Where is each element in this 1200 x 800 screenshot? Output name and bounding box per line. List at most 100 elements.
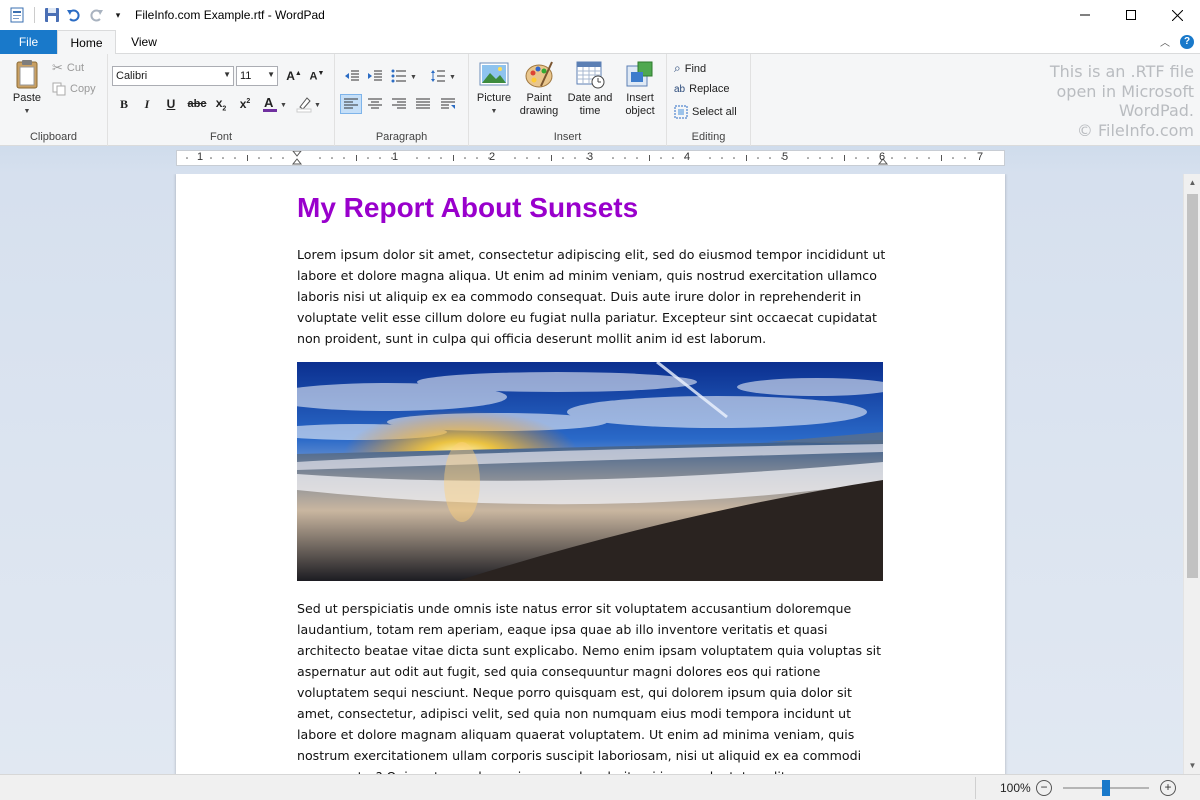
zoom-in-button[interactable]: + bbox=[1160, 780, 1176, 796]
paste-button[interactable]: Paste ▼ bbox=[8, 58, 46, 118]
collapse-ribbon-icon[interactable]: ︿ bbox=[1160, 34, 1170, 49]
replace-button[interactable]: ab Replace bbox=[674, 83, 729, 95]
font-family-select[interactable]: Calibri ▼ bbox=[112, 66, 234, 86]
font-size-dropdown-icon[interactable]: ▼ bbox=[267, 70, 275, 79]
zoom-out-button[interactable]: − bbox=[1036, 780, 1052, 796]
ruler-number: 3 bbox=[587, 151, 594, 163]
font-group-label: Font bbox=[209, 131, 232, 143]
underline-button[interactable]: U bbox=[160, 94, 182, 114]
decrease-indent-button[interactable] bbox=[341, 66, 363, 86]
increase-indent-icon bbox=[368, 70, 382, 81]
font-family-dropdown-icon[interactable]: ▼ bbox=[223, 70, 231, 79]
paragraph-group-label: Paragraph bbox=[375, 131, 428, 143]
ruler-number: 7 bbox=[977, 151, 984, 163]
highlight-color-button[interactable]: ▼ bbox=[294, 94, 324, 114]
bullets-button[interactable]: ▼ bbox=[389, 66, 419, 86]
vertical-scrollbar[interactable]: ▲ ▼ bbox=[1183, 174, 1200, 774]
date-time-label-2: time bbox=[579, 105, 601, 117]
grow-font-button[interactable]: A▲ bbox=[283, 66, 305, 86]
editing-group-label: Editing bbox=[691, 131, 726, 143]
picture-dropdown-icon[interactable]: ▼ bbox=[491, 105, 498, 118]
insert-object-label-1: Insert bbox=[626, 92, 654, 104]
scrollbar-thumb[interactable] bbox=[1187, 194, 1198, 578]
paragraph-group: ▼ ▼ Paragraph bbox=[335, 54, 469, 146]
watermark-note: This is an .RTF file open in Microsoft W… bbox=[1050, 62, 1194, 140]
maximize-icon[interactable] bbox=[1108, 0, 1154, 30]
save-icon[interactable] bbox=[43, 6, 61, 24]
scroll-down-icon[interactable]: ▼ bbox=[1184, 757, 1200, 774]
align-right-icon bbox=[392, 98, 406, 109]
copy-button[interactable]: Copy bbox=[52, 82, 96, 96]
paragraph-settings-button[interactable] bbox=[437, 94, 459, 114]
align-right-button[interactable] bbox=[388, 94, 410, 114]
insert-object-icon bbox=[626, 61, 653, 87]
cut-button[interactable]: ✂ Cut bbox=[52, 60, 84, 76]
ruler-number: 4 bbox=[684, 151, 691, 163]
picture-button[interactable]: Picture ▼ bbox=[473, 58, 515, 118]
svg-text:▼: ▼ bbox=[449, 74, 456, 81]
font-color-button[interactable]: A ▼ bbox=[260, 94, 290, 114]
date-time-button[interactable]: Date and time bbox=[564, 58, 616, 118]
copy-icon bbox=[52, 82, 66, 96]
calendar-clock-icon bbox=[576, 61, 605, 89]
font-color-icon: A ▼ bbox=[263, 95, 287, 112]
find-button[interactable]: ⌕ Find bbox=[674, 61, 706, 76]
help-icon[interactable]: ? bbox=[1180, 34, 1194, 49]
ribbon-tab-row: File Home View ︿ ? bbox=[0, 30, 1200, 55]
superscript-button[interactable]: x2 bbox=[234, 94, 256, 114]
select-all-button[interactable]: Select all bbox=[674, 105, 737, 119]
align-center-button[interactable] bbox=[364, 94, 386, 114]
status-divider bbox=[975, 777, 976, 799]
tab-file[interactable]: File bbox=[0, 30, 57, 54]
watermark-line-2: open in Microsoft bbox=[1056, 81, 1195, 101]
font-size-select[interactable]: 11 ▼ bbox=[236, 66, 278, 86]
clipboard-group-label: Clipboard bbox=[29, 131, 78, 143]
wordpad-app-icon[interactable] bbox=[8, 6, 26, 24]
italic-button[interactable]: I bbox=[136, 94, 158, 114]
ruler-number: 2 bbox=[489, 151, 496, 163]
shrink-font-icon: A▼ bbox=[309, 69, 325, 83]
zoom-slider-thumb[interactable] bbox=[1102, 780, 1110, 796]
highlighter-icon: ▼ bbox=[296, 97, 321, 113]
window-controls bbox=[1062, 0, 1200, 30]
binoculars-icon: ⌕ bbox=[674, 61, 681, 75]
status-bar: 100% − + bbox=[0, 774, 1200, 800]
paragraph-1: Lorem ipsum dolor sit amet, consectetur … bbox=[297, 247, 886, 346]
select-all-icon bbox=[674, 105, 688, 119]
subscript-icon: x2 bbox=[215, 95, 227, 113]
bold-button[interactable]: B bbox=[113, 94, 135, 114]
ruler-number: 5 bbox=[782, 151, 789, 163]
font-size-value: 11 bbox=[240, 70, 252, 82]
insert-object-button[interactable]: Insert object bbox=[618, 58, 662, 118]
minimize-icon[interactable] bbox=[1062, 0, 1108, 30]
watermark-line-4: © FileInfo.com bbox=[1076, 120, 1194, 140]
insert-group-label: Insert bbox=[553, 131, 582, 143]
paint-drawing-button[interactable]: Paint drawing bbox=[517, 58, 561, 118]
ruler-number: 1 bbox=[392, 151, 399, 163]
strikethrough-icon: abc bbox=[187, 98, 207, 110]
tab-view[interactable]: View bbox=[116, 30, 172, 54]
italic-icon: I bbox=[144, 96, 150, 111]
customize-qat-icon[interactable]: ▾ bbox=[109, 6, 127, 24]
subscript-button[interactable]: x2 bbox=[210, 94, 232, 114]
align-left-button[interactable] bbox=[340, 94, 362, 114]
sunset-beach-photo bbox=[297, 362, 883, 581]
document-page[interactable]: My Report About Sunsets Lorem ipsum dolo… bbox=[176, 174, 1005, 774]
scissors-icon: ✂ bbox=[52, 60, 63, 75]
justify-button[interactable] bbox=[412, 94, 434, 114]
paste-label: Paste bbox=[12, 92, 42, 104]
insert-object-label-2: object bbox=[625, 105, 655, 117]
shrink-font-button[interactable]: A▼ bbox=[306, 66, 328, 86]
bold-icon: B bbox=[119, 96, 128, 111]
undo-icon[interactable] bbox=[65, 6, 83, 24]
scroll-up-icon[interactable]: ▲ bbox=[1184, 174, 1200, 191]
line-spacing-button[interactable]: ▼ bbox=[428, 66, 458, 86]
paste-dropdown-icon[interactable]: ▼ bbox=[24, 105, 31, 118]
zoom-level: 100% bbox=[1000, 781, 1031, 795]
ruler[interactable]: 1 1 2 3 4 5 6 7 bbox=[176, 150, 1005, 166]
increase-indent-button[interactable] bbox=[364, 66, 386, 86]
close-icon[interactable] bbox=[1154, 0, 1200, 30]
tab-home[interactable]: Home bbox=[57, 30, 116, 55]
redo-icon[interactable] bbox=[87, 6, 105, 24]
strikethrough-button[interactable]: abc bbox=[185, 94, 209, 114]
